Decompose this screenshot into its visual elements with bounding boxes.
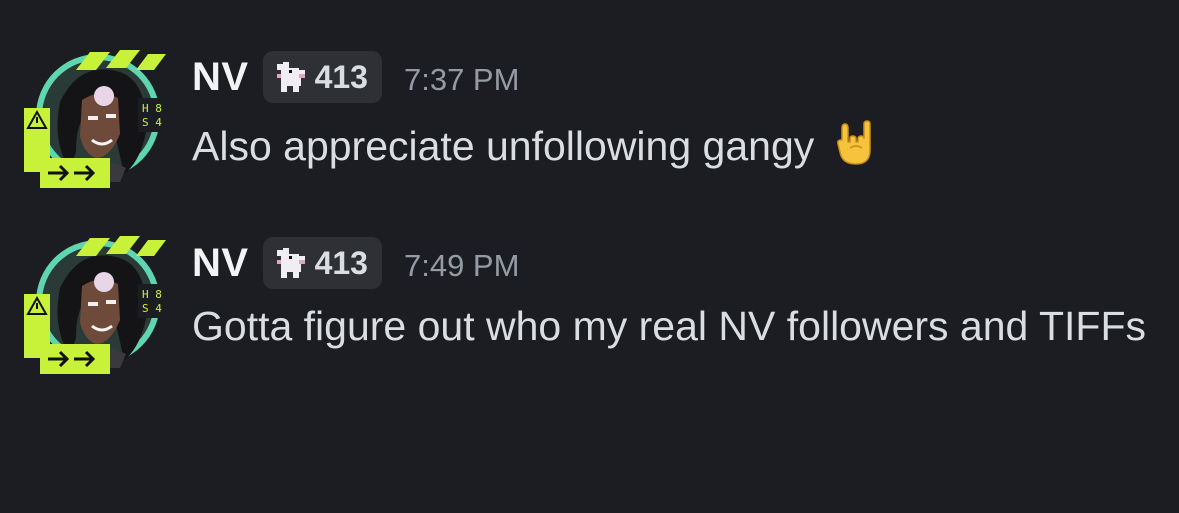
svg-text:H 8: H 8 <box>142 102 162 115</box>
timestamp[interactable]: 7:37 PM <box>404 56 519 98</box>
pixel-dog-icon <box>276 248 305 278</box>
server-tag[interactable]: 413 <box>262 237 382 289</box>
message-text: Also appreciate unfollowing gangy <box>192 123 815 169</box>
pixel-dog-icon <box>276 62 305 92</box>
avatar-image: H 8 S 4 <box>24 50 166 188</box>
message-header: NV 413 7:49 PM <box>192 236 519 290</box>
message-content: Also appreciate unfollowing gangy <box>192 116 1152 176</box>
avatar[interactable]: H 8 S 4 <box>20 228 170 378</box>
message-text: Gotta figure out who my real NV follower… <box>192 303 1147 349</box>
username[interactable]: NV <box>192 55 249 100</box>
sign-of-the-horns-emoji <box>836 120 871 165</box>
avatar[interactable]: H 8 S 4 <box>20 42 170 192</box>
message-header: NV 413 7:37 PM <box>192 50 519 104</box>
svg-text:S 4: S 4 <box>142 116 162 129</box>
svg-text:H 8: H 8 <box>142 288 162 301</box>
tag-count: 413 <box>314 58 368 95</box>
svg-text:S 4: S 4 <box>142 302 162 315</box>
tag-count: 413 <box>314 244 368 281</box>
message-item: H 8 S 4 NV 413 7:49 PM Gotta figure out … <box>0 190 1179 420</box>
server-tag[interactable]: 413 <box>262 51 382 103</box>
message-item: H 8 S 4 NV 413 7:37 PM Also appreciate u… <box>0 0 1179 190</box>
timestamp[interactable]: 7:49 PM <box>404 242 519 284</box>
message-content: Gotta figure out who my real NV follower… <box>192 296 1152 356</box>
avatar-image: H 8 S 4 <box>24 236 166 374</box>
username[interactable]: NV <box>192 241 249 286</box>
